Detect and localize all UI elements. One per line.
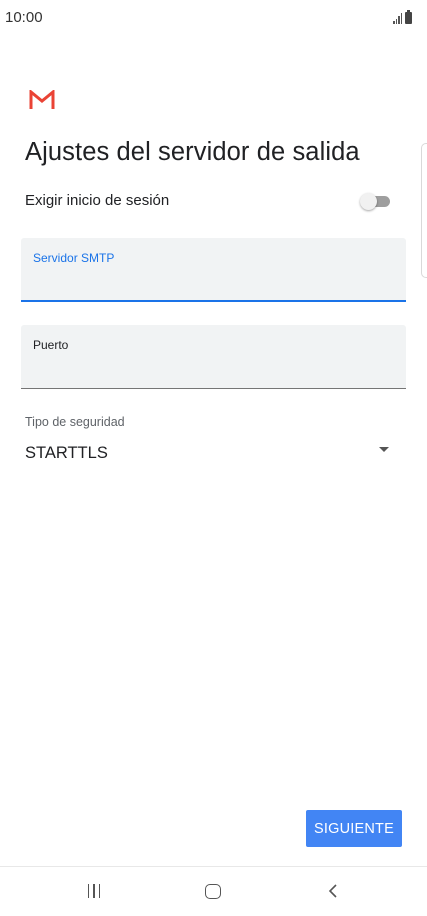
- signal-icon: [393, 13, 402, 24]
- recents-icon: [87, 884, 101, 898]
- port-label: Puerto: [33, 338, 69, 352]
- back-button[interactable]: [318, 878, 348, 904]
- require-login-row: Exigir inicio de sesión: [25, 189, 392, 215]
- port-input[interactable]: [33, 365, 393, 382]
- security-type-label: Tipo de seguridad: [25, 415, 125, 429]
- page-title: Ajustes del servidor de salida: [25, 138, 360, 166]
- smtp-server-field[interactable]: Servidor SMTP: [21, 238, 406, 302]
- require-login-toggle[interactable]: [360, 193, 390, 210]
- status-icons: [393, 10, 412, 24]
- back-icon: [328, 884, 337, 898]
- require-login-label: Exigir inicio de sesión: [25, 192, 170, 209]
- smtp-server-input[interactable]: [33, 277, 393, 294]
- smtp-server-label: Servidor SMTP: [33, 251, 115, 265]
- status-time: 10:00: [5, 9, 43, 26]
- home-icon: [205, 883, 221, 899]
- status-bar: 10:00: [0, 0, 427, 34]
- recents-button[interactable]: [79, 878, 109, 904]
- next-button[interactable]: SIGUIENTE: [306, 810, 402, 847]
- port-field[interactable]: Puerto: [21, 325, 406, 389]
- battery-icon: [405, 10, 412, 24]
- scroll-indicator[interactable]: [421, 143, 427, 278]
- gmail-logo: [29, 90, 55, 109]
- navigation-bar: [0, 867, 427, 916]
- toggle-thumb: [360, 193, 377, 210]
- security-type-dropdown[interactable]: STARTTLS: [25, 441, 395, 469]
- dropdown-caret-icon: [379, 447, 389, 452]
- home-button[interactable]: [198, 878, 228, 904]
- security-type-value: STARTTLS: [25, 444, 108, 462]
